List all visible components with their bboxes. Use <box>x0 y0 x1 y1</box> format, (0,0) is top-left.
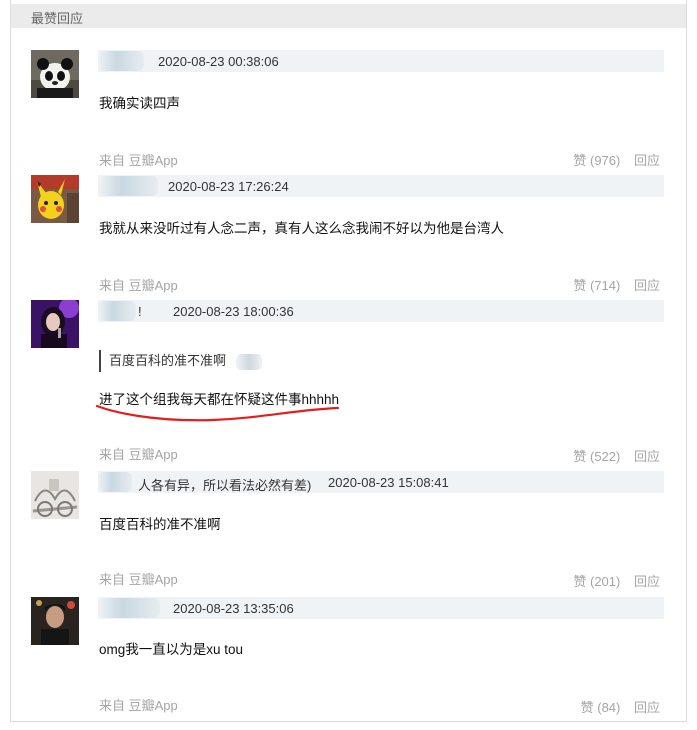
comment-item: 人各有异，所以看法必然有差) 2020-08-23 15:08:41 百度百科的… <box>11 471 686 596</box>
comment-timestamp: 2020-08-23 15:08:41 <box>328 475 449 490</box>
comment-text: 百度百科的准不准啊 <box>99 517 221 532</box>
reply-button[interactable]: 回应 <box>634 574 660 589</box>
blurred-username[interactable] <box>98 176 158 196</box>
blurred-quote-author <box>236 353 263 370</box>
like-button[interactable]: 赞 (976) <box>573 153 620 168</box>
comment-item: ! 2020-08-23 18:00:36 百度百科的准不准啊 进了这个组我每天… <box>11 300 686 464</box>
user-signature: 人各有异，所以看法必然有差) <box>138 478 312 493</box>
comment-text: 我就从来没听过有人念二声，真有人这么念我闹不好以为他是台湾人 <box>99 221 504 236</box>
comment-timestamp: 2020-08-23 13:35:06 <box>173 601 294 616</box>
comment-timestamp: 2020-08-23 18:00:36 <box>173 304 294 319</box>
panda-avatar[interactable] <box>31 50 79 98</box>
like-button[interactable]: 赞 (84) <box>581 700 621 715</box>
comment-text: omg我一直以为是xu tou <box>99 642 244 657</box>
comment-source: 来自 豆瓣App <box>99 698 178 713</box>
quoted-reply: 百度百科的准不准啊 <box>99 350 263 372</box>
comment-meta-bar: 2020-08-23 17:26:24 <box>98 175 664 197</box>
comment-item: 2020-08-23 13:35:06 omg我一直以为是xu tou 来自 豆… <box>11 597 686 722</box>
blurred-username[interactable] <box>98 51 144 71</box>
like-button[interactable]: 赞 (201) <box>573 574 620 589</box>
quote-text: 百度百科的准不准啊 <box>109 353 227 368</box>
comment-source: 来自 豆瓣App <box>99 153 178 168</box>
reply-button[interactable]: 回应 <box>634 153 660 168</box>
username-fragment: ! <box>138 304 142 319</box>
comment-item: 2020-08-23 17:26:24 我就从来没听过有人念二声，真有人这么念我… <box>11 175 686 300</box>
reply-button[interactable]: 回应 <box>634 700 660 715</box>
pikachu-avatar[interactable] <box>31 175 79 223</box>
comment-source: 来自 豆瓣App <box>99 278 178 293</box>
comment-timestamp: 2020-08-23 00:38:06 <box>158 54 279 69</box>
red-underline-annotation <box>95 404 340 422</box>
blurred-username[interactable] <box>98 598 160 618</box>
like-button[interactable]: 赞 (714) <box>573 278 620 293</box>
comment-item: 2020-08-23 00:38:06 我确实读四声 来自 豆瓣App 赞 (9… <box>11 50 686 175</box>
comment-meta-bar: ! 2020-08-23 18:00:36 <box>98 300 664 322</box>
top-replies-panel: 最赞回应 2020-08-23 00:38:06 我确实读四声 来自 豆瓣App… <box>10 0 687 722</box>
comment-meta-bar: 2020-08-23 00:38:06 <box>98 50 664 72</box>
section-header: 最赞回应 <box>11 4 686 28</box>
person-avatar[interactable] <box>31 597 79 645</box>
comment-meta-bar: 人各有异，所以看法必然有差) 2020-08-23 15:08:41 <box>98 471 664 493</box>
comment-timestamp: 2020-08-23 17:26:24 <box>168 179 289 194</box>
comment-source: 来自 豆瓣App <box>99 572 178 587</box>
comment-text: 我确实读四声 <box>99 96 180 111</box>
singer-avatar[interactable] <box>31 300 79 348</box>
blurred-username[interactable] <box>98 472 132 492</box>
sketch-avatar[interactable] <box>31 471 79 519</box>
reply-button[interactable]: 回应 <box>634 449 660 464</box>
like-button[interactable]: 赞 (522) <box>573 449 620 464</box>
section-title: 最赞回应 <box>31 11 84 26</box>
blurred-username[interactable] <box>98 301 136 321</box>
comment-meta-bar: 2020-08-23 13:35:06 <box>98 597 664 619</box>
reply-button[interactable]: 回应 <box>634 278 660 293</box>
comment-source: 来自 豆瓣App <box>99 447 178 462</box>
